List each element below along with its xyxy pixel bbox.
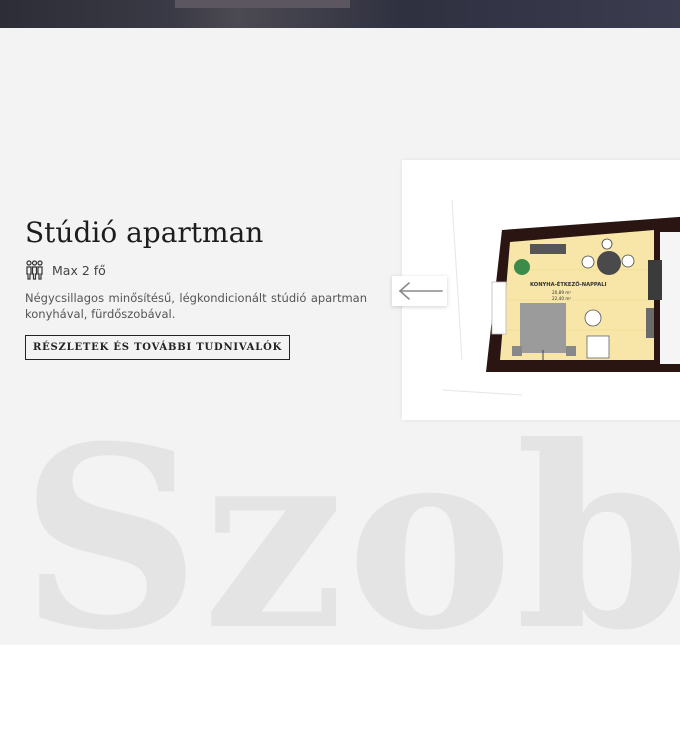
- section-watermark: Szobák: [20, 391, 680, 645]
- floorplan-room-label: KONYHA-ÉTKEZŐ-NAPPALI: [530, 280, 607, 288]
- floorplan-area-1: 20,89 m²: [552, 290, 571, 295]
- room-description: Négycsillagos minősítésű, légkondicionál…: [25, 291, 367, 321]
- capacity-label: Max 2 fő: [52, 262, 106, 278]
- gallery-prev-button[interactable]: [392, 276, 447, 306]
- people-icon: [26, 260, 43, 280]
- room-title: Stúdió apartman: [25, 216, 264, 249]
- banner-highlight: [175, 0, 350, 8]
- details-button[interactable]: RÉSZLETEK ÉS TOVÁBBI TUDNIVALÓK: [25, 335, 291, 360]
- rooms-section: Szobák Stúdió apartman Max 2 fő Négycsil…: [0, 28, 680, 645]
- top-banner-image: [0, 0, 680, 28]
- arrow-left-icon: [398, 282, 443, 300]
- capacity-info: Max 2 fő: [25, 260, 106, 280]
- floorplan-area-2: 22,40 m²: [552, 296, 571, 301]
